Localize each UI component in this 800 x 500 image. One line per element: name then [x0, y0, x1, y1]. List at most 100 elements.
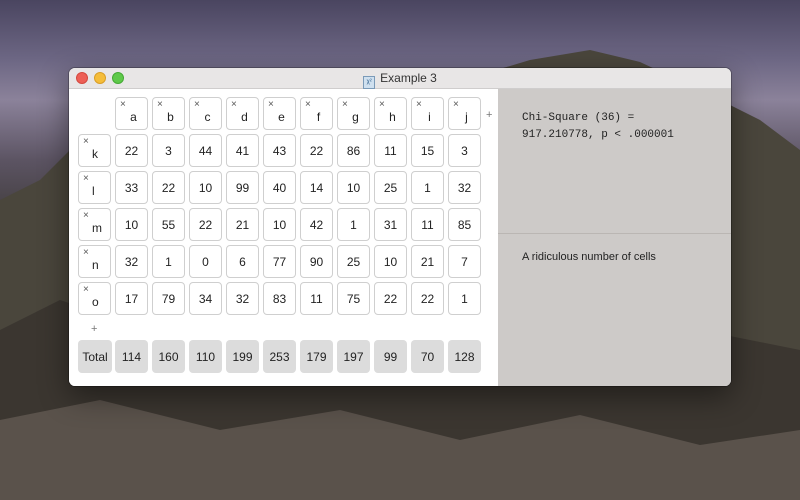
document-icon: χ² — [363, 76, 376, 89]
table-cell[interactable]: 3 — [448, 134, 481, 167]
window-title-text: Example 3 — [380, 71, 437, 85]
table-cell[interactable]: 11 — [300, 282, 333, 315]
table-cell[interactable]: 34 — [189, 282, 222, 315]
row-header-m[interactable]: × m — [78, 208, 111, 241]
table-cell[interactable]: 21 — [411, 245, 444, 278]
remove-column-icon[interactable]: × — [194, 100, 200, 110]
column-header-d[interactable]: × d — [226, 97, 259, 130]
table-cell[interactable]: 25 — [337, 245, 370, 278]
table-cell[interactable]: 22 — [189, 208, 222, 241]
table-cell[interactable]: 31 — [374, 208, 407, 241]
remove-row-icon[interactable]: × — [83, 285, 89, 295]
remove-row-icon[interactable]: × — [83, 174, 89, 184]
table-cell[interactable]: 10 — [189, 171, 222, 204]
total-cell: 197 — [337, 340, 370, 373]
total-cell: 110 — [189, 340, 222, 373]
column-header-b[interactable]: × b — [152, 97, 185, 130]
column-header-g[interactable]: × g — [337, 97, 370, 130]
window-title: χ² Example 3 — [69, 71, 731, 89]
remove-column-icon[interactable]: × — [416, 100, 422, 110]
table-cell[interactable]: 77 — [263, 245, 296, 278]
table-cell[interactable]: 42 — [300, 208, 333, 241]
table-cell[interactable]: 22 — [411, 282, 444, 315]
table-cell[interactable]: 33 — [115, 171, 148, 204]
table-cell[interactable]: 10 — [337, 171, 370, 204]
column-label: g — [352, 109, 359, 124]
remove-row-icon[interactable]: × — [83, 211, 89, 221]
remove-column-icon[interactable]: × — [453, 100, 459, 110]
table-cell[interactable]: 22 — [300, 134, 333, 167]
app-window: χ² Example 3 × a × b × c × d × e × f × g × h × i × j + × k 22 3 44… — [69, 68, 731, 386]
contingency-table: × a × b × c × d × e × f × g × h × i × j + × k 22 3 44 41 43 22 86 11 15… — [69, 89, 498, 386]
table-cell[interactable]: 1 — [411, 171, 444, 204]
remove-column-icon[interactable]: × — [120, 100, 126, 110]
table-cell[interactable]: 40 — [263, 171, 296, 204]
row-header-n[interactable]: × n — [78, 245, 111, 278]
table-cell[interactable]: 32 — [115, 245, 148, 278]
add-row-button[interactable]: + — [91, 323, 97, 335]
table-cell[interactable]: 21 — [226, 208, 259, 241]
table-cell[interactable]: 10 — [115, 208, 148, 241]
result-line-1: Chi-Square (36) = — [522, 112, 635, 124]
table-cell[interactable]: 1 — [448, 282, 481, 315]
table-cell[interactable]: 43 — [263, 134, 296, 167]
table-cell[interactable]: 10 — [374, 245, 407, 278]
table-cell[interactable]: 55 — [152, 208, 185, 241]
column-header-c[interactable]: × c — [189, 97, 222, 130]
total-cell: 70 — [411, 340, 444, 373]
row-header-o[interactable]: × o — [78, 282, 111, 315]
table-cell[interactable]: 11 — [374, 134, 407, 167]
row-label: k — [92, 146, 98, 161]
remove-column-icon[interactable]: × — [157, 100, 163, 110]
column-header-h[interactable]: × h — [374, 97, 407, 130]
table-cell[interactable]: 25 — [374, 171, 407, 204]
column-header-f[interactable]: × f — [300, 97, 333, 130]
notes-text[interactable]: A ridiculous number of cells — [522, 251, 656, 263]
add-column-button[interactable]: + — [486, 109, 492, 121]
table-cell[interactable]: 44 — [189, 134, 222, 167]
total-cell: 179 — [300, 340, 333, 373]
remove-column-icon[interactable]: × — [342, 100, 348, 110]
column-header-a[interactable]: × a — [115, 97, 148, 130]
remove-row-icon[interactable]: × — [83, 248, 89, 258]
table-cell[interactable]: 22 — [374, 282, 407, 315]
row-header-l[interactable]: × l — [78, 171, 111, 204]
table-cell[interactable]: 41 — [226, 134, 259, 167]
row-header-k[interactable]: × k — [78, 134, 111, 167]
table-cell[interactable]: 1 — [152, 245, 185, 278]
column-label: c — [204, 109, 211, 124]
table-cell[interactable]: 6 — [226, 245, 259, 278]
remove-row-icon[interactable]: × — [83, 137, 89, 147]
remove-column-icon[interactable]: × — [268, 100, 274, 110]
remove-column-icon[interactable]: × — [379, 100, 385, 110]
table-cell[interactable]: 99 — [226, 171, 259, 204]
title-bar[interactable]: χ² Example 3 — [69, 68, 731, 89]
column-header-j[interactable]: × j — [448, 97, 481, 130]
remove-column-icon[interactable]: × — [231, 100, 237, 110]
table-cell[interactable]: 85 — [448, 208, 481, 241]
table-cell[interactable]: 15 — [411, 134, 444, 167]
table-cell[interactable]: 75 — [337, 282, 370, 315]
column-label: f — [316, 109, 321, 124]
table-cell[interactable]: 3 — [152, 134, 185, 167]
table-cell[interactable]: 83 — [263, 282, 296, 315]
table-cell[interactable]: 10 — [263, 208, 296, 241]
total-cell: 160 — [152, 340, 185, 373]
table-cell[interactable]: 7 — [448, 245, 481, 278]
table-cell[interactable]: 32 — [226, 282, 259, 315]
table-cell[interactable]: 22 — [152, 171, 185, 204]
column-header-i[interactable]: × i — [411, 97, 444, 130]
table-cell[interactable]: 86 — [337, 134, 370, 167]
column-header-e[interactable]: × e — [263, 97, 296, 130]
chi-square-result: Chi-Square (36) = 917.210778, p < .00000… — [522, 110, 674, 144]
remove-column-icon[interactable]: × — [305, 100, 311, 110]
table-cell[interactable]: 79 — [152, 282, 185, 315]
table-cell[interactable]: 11 — [411, 208, 444, 241]
table-cell[interactable]: 1 — [337, 208, 370, 241]
table-cell[interactable]: 17 — [115, 282, 148, 315]
table-cell[interactable]: 14 — [300, 171, 333, 204]
table-cell[interactable]: 90 — [300, 245, 333, 278]
table-cell[interactable]: 0 — [189, 245, 222, 278]
table-cell[interactable]: 22 — [115, 134, 148, 167]
table-cell[interactable]: 32 — [448, 171, 481, 204]
